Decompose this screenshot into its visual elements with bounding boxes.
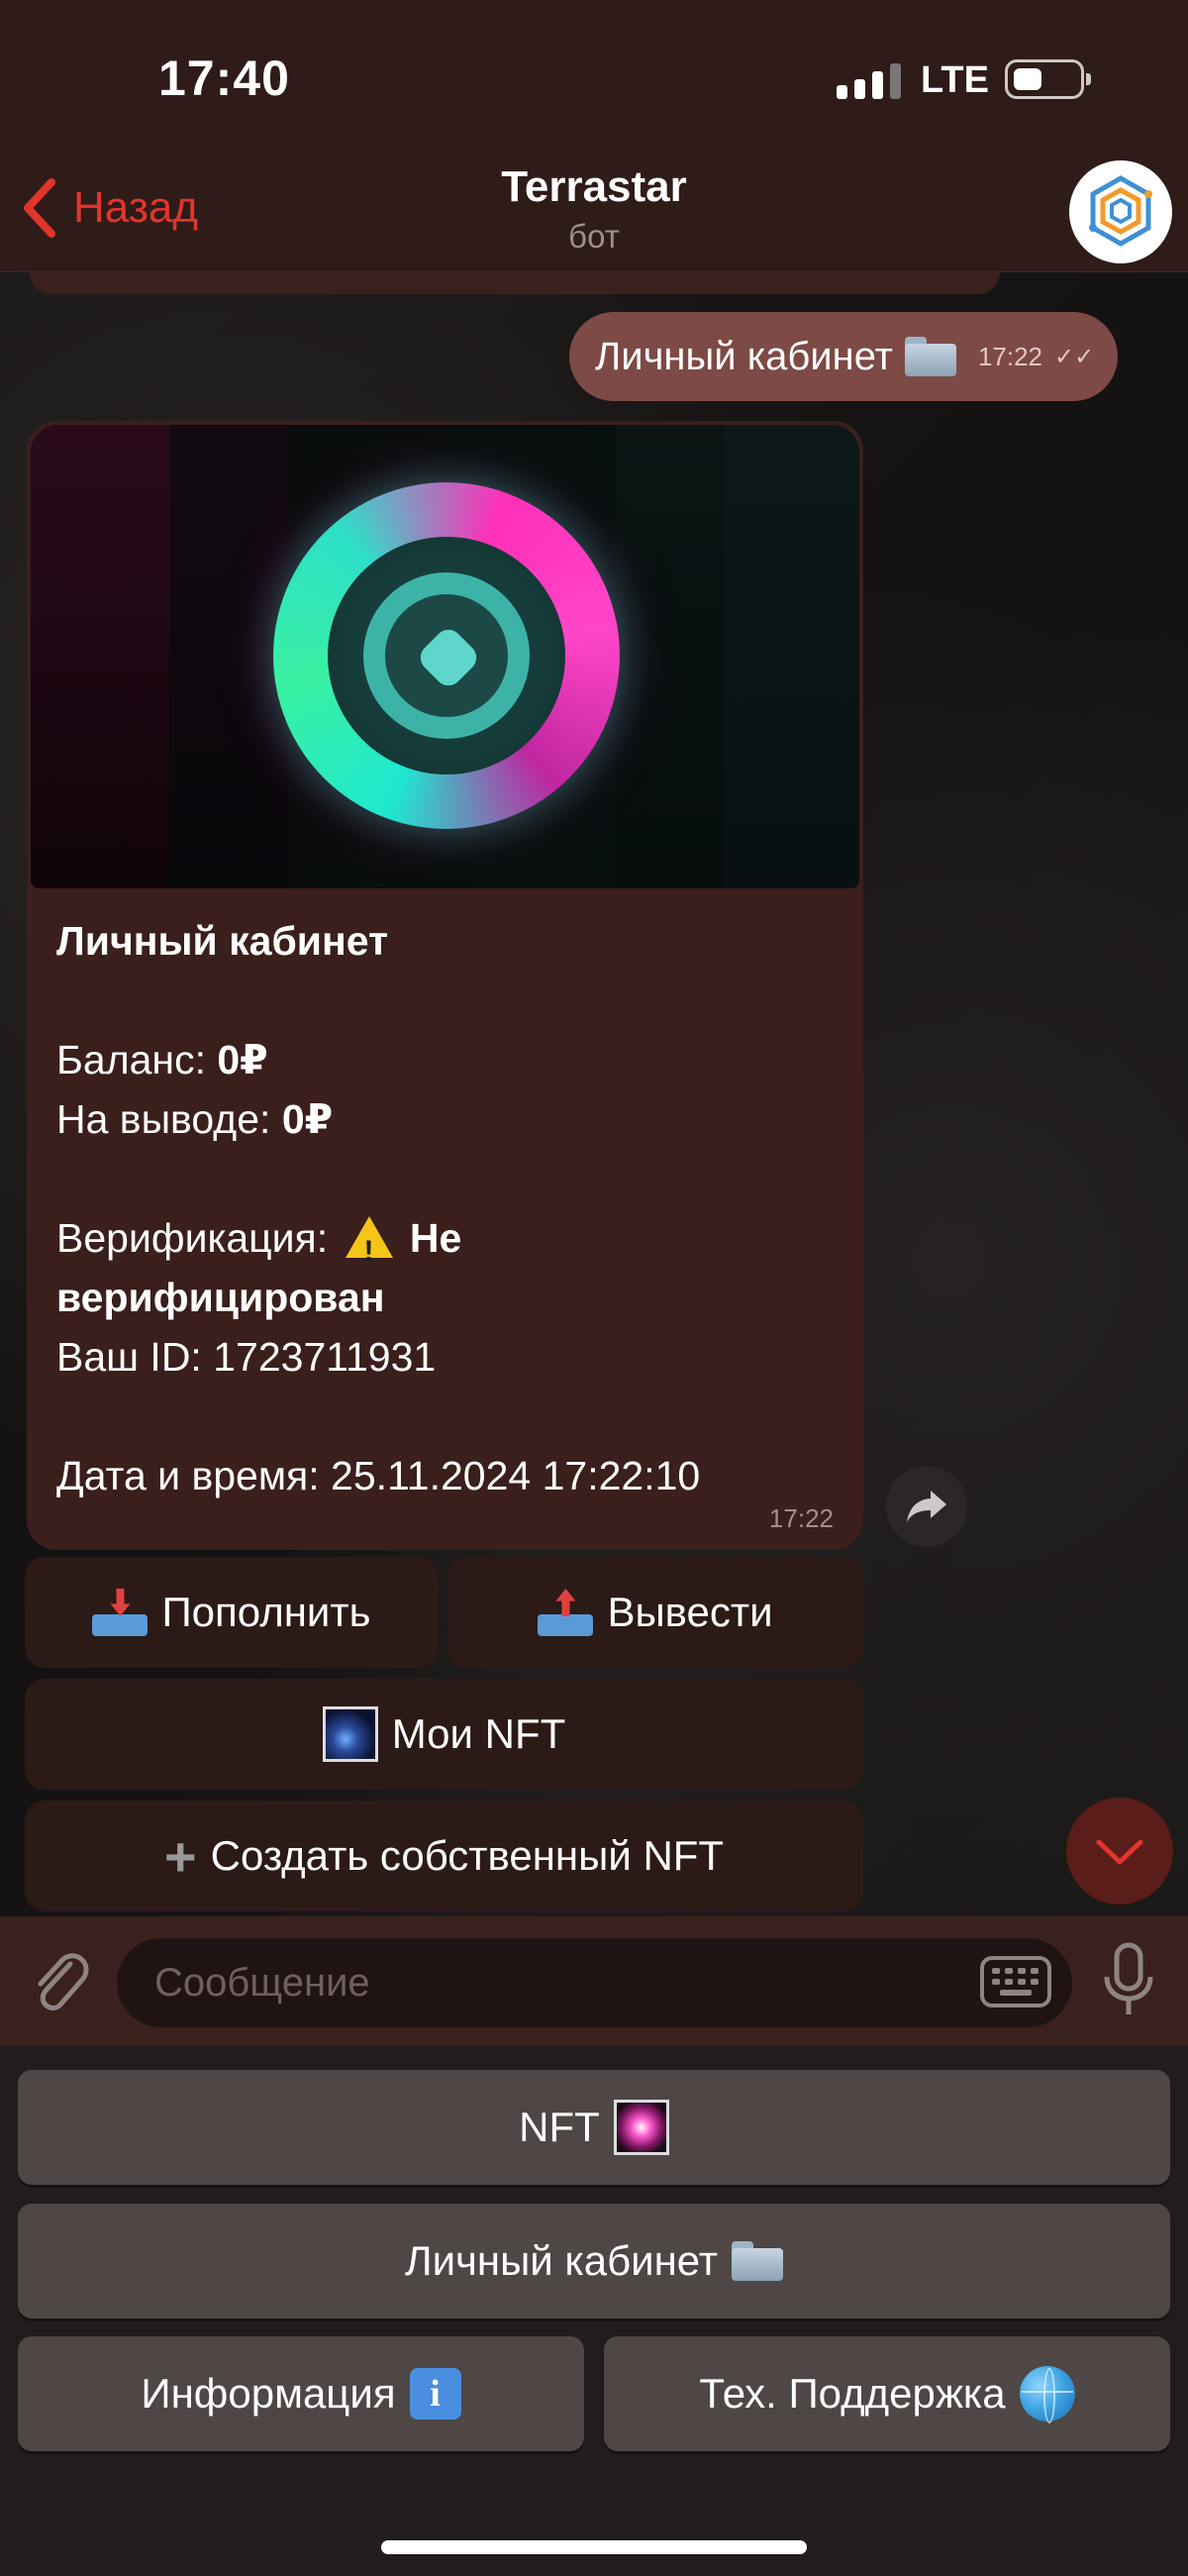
voice-button[interactable] [1099,1941,1158,2025]
folder-icon [904,337,956,376]
kb-nft-button[interactable]: NFT [18,2070,1170,2185]
attach-button[interactable] [25,1946,94,2020]
kb-cabinet-label: Личный кабинет [405,2237,718,2284]
cabinet-text: Личный кабинет Баланс: 0₽ На выводе: 0₽ … [56,911,848,1505]
outgoing-message[interactable]: Личный кабинет 17:22 ✓✓ [569,312,1119,401]
my-nft-label: Мои NFT [391,1710,566,1757]
create-nft-button[interactable]: + Создать собственный NFT [25,1801,863,1911]
previous-message [30,272,1000,294]
deposit-label: Пополнить [161,1589,371,1635]
home-indicator[interactable] [381,2540,807,2554]
network-label: LTE [921,59,989,101]
outgoing-time: 17:22 [977,341,1043,371]
sparkle-icon [613,2100,669,2155]
kb-nft-label: NFT [519,2104,600,2150]
cabinet-message[interactable]: Личный кабинет Баланс: 0₽ На выводе: 0₽ … [27,421,863,1550]
message-input[interactable] [154,1956,966,2009]
status-time: 17:40 [158,51,290,106]
my-nft-button[interactable]: Мои NFT [25,1679,863,1790]
milky-way-icon [322,1706,378,1762]
read-check-icon: ✓✓ [1054,343,1095,370]
scroll-down-button[interactable] [1066,1798,1173,1905]
cabinet-image [31,425,859,888]
datetime-value: 25.11.2024 17:22:10 [331,1453,701,1498]
id-label: Ваш ID: [56,1334,202,1380]
create-nft-label: Создать собственный NFT [210,1832,725,1879]
coin-image [273,482,620,829]
status-bar: 17:40 LTE [0,0,1188,158]
share-icon [907,1491,946,1522]
balance-value: 0₽ [217,1037,268,1082]
bot-logo-icon [1089,175,1152,247]
microphone-icon [1104,1942,1153,2014]
balance-label: Баланс: [56,1037,206,1082]
chat-subtitle: бот [568,218,620,255]
cabinet-time: 17:22 [768,1503,834,1533]
withdraw-value: 0₽ [281,1096,334,1142]
outgoing-text: Личный кабинет [595,334,893,378]
message-field[interactable] [117,1938,1072,2027]
input-bar [0,1916,1188,2045]
kb-cabinet-button[interactable]: Личный кабинет [18,2204,1170,2318]
kb-support-button[interactable]: Тех. Поддержка [604,2336,1170,2451]
cabinet-heading: Личный кабинет [56,918,389,964]
inbox-tray-icon [92,1589,148,1636]
folder-icon [731,2241,783,2281]
info-icon: i [409,2368,461,2420]
kb-info-label: Информация [141,2370,396,2417]
warning-icon [345,1216,393,1282]
plus-icon: + [163,1824,197,1888]
withdraw-label: На выводе: [56,1096,271,1142]
datetime-label: Дата и время: [56,1453,320,1498]
signal-icon [837,61,901,99]
keyboard-icon[interactable] [978,1952,1053,2011]
bot-avatar[interactable] [1069,160,1172,263]
chat-area[interactable]: Личный кабинет 17:22 ✓✓ Личный кабинет Б… [0,272,1188,1916]
chevron-down-icon [1096,1839,1143,1865]
share-button[interactable] [886,1466,967,1547]
kb-support-label: Тех. Поддержка [699,2370,1006,2417]
outbox-tray-icon [538,1589,594,1636]
kb-info-button[interactable]: Информация i [18,2336,584,2451]
deposit-button[interactable]: Пополнить [25,1557,439,1668]
battery-icon [1005,59,1091,99]
id-value: 1723711931 [213,1334,437,1380]
nav-bar: Назад Terrastar бот [0,158,1188,272]
withdraw-button[interactable]: Вывести [447,1557,863,1668]
withdraw-button-label: Вывести [607,1589,773,1635]
chat-title[interactable]: Terrastar [0,162,1188,212]
verification-label: Верификация: [56,1215,329,1261]
globe-icon [1019,2366,1075,2423]
paperclip-icon [38,1953,89,2010]
reply-keyboard: NFT Личный кабинет Информация i Тех. Под… [0,2045,1188,2576]
